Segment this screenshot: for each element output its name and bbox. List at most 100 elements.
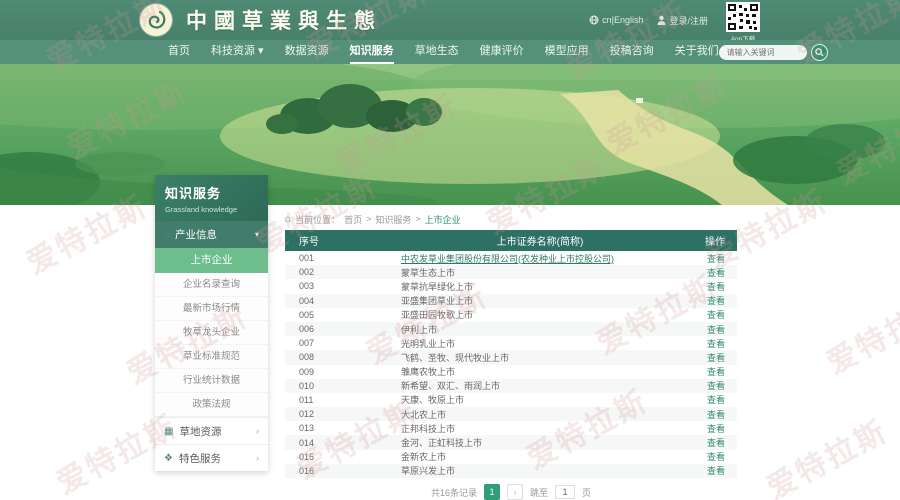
row-name: 新希望、双汇、雨润上市 bbox=[401, 379, 679, 392]
watermark-text: 爱特拉斯 bbox=[757, 407, 894, 500]
language-switch[interactable]: cn|English bbox=[589, 15, 643, 25]
view-link[interactable]: 查看 bbox=[707, 339, 725, 349]
row-code: 012 bbox=[285, 409, 401, 419]
row-code: 003 bbox=[285, 281, 401, 291]
sidebar-section-industry[interactable]: ⌂ 产业信息 ▾ bbox=[155, 221, 268, 248]
nav-item-数据资源[interactable]: 数据资源 bbox=[285, 40, 329, 64]
breadcrumb-item-home[interactable]: 首页 bbox=[344, 213, 362, 226]
row-code: 006 bbox=[285, 324, 401, 334]
pagination-jump-input[interactable]: 1 bbox=[555, 485, 575, 499]
row-action: 查看 bbox=[679, 308, 737, 321]
location-icon: ⌂ bbox=[285, 214, 291, 225]
chevron-right-icon: › bbox=[256, 453, 259, 463]
row-code: 002 bbox=[285, 267, 401, 277]
nav-item-关于我们[interactable]: 关于我们 bbox=[675, 40, 719, 64]
view-link[interactable]: 查看 bbox=[707, 282, 725, 292]
main-content: ⌂ 当前位置： 首页 > 知识服务 > 上市企业 序号 上市证券名称(简称) 操… bbox=[285, 212, 737, 500]
nav-item-投稿咨询[interactable]: 投稿咨询 bbox=[610, 40, 654, 64]
view-link[interactable]: 查看 bbox=[707, 296, 725, 306]
row-code: 010 bbox=[285, 381, 401, 391]
table-row: 004亚盛集团草业上市查看 bbox=[285, 294, 737, 308]
login-label: 登录/注册 bbox=[669, 14, 708, 27]
view-link[interactable]: 查看 bbox=[707, 395, 725, 405]
search-button[interactable] bbox=[811, 44, 828, 61]
nav-item-草地生态[interactable]: 草地生态 bbox=[415, 40, 459, 64]
pagination-next-button[interactable]: › bbox=[507, 484, 523, 500]
table-row: 001中农发草业集团股份有限公司(农发种业上市控股公司) 查看 bbox=[285, 251, 737, 265]
sidebar-section-featured-services[interactable]: ❖ 特色服务 › bbox=[155, 444, 268, 471]
chevron-down-icon: ▾ bbox=[255, 230, 259, 239]
site-search bbox=[719, 44, 828, 61]
row-code: 009 bbox=[285, 367, 401, 377]
search-input[interactable] bbox=[719, 45, 807, 60]
sidebar-child-item[interactable]: 行业统计数据 bbox=[155, 369, 268, 393]
row-name: 金新农上市 bbox=[401, 450, 679, 463]
view-link[interactable]: 查看 bbox=[707, 353, 725, 363]
row-code: 013 bbox=[285, 423, 401, 433]
row-name: 亚盛田园牧歌上市 bbox=[401, 308, 679, 321]
company-name: 新希望、双汇、雨润上市 bbox=[401, 381, 500, 391]
sidebar-section-grassland-resources[interactable]: ▦ 草地资源 › bbox=[155, 417, 268, 444]
table-row: 009雏鹰农牧上市查看 bbox=[285, 365, 737, 379]
pagination-unit: 页 bbox=[582, 486, 591, 499]
sidebar-child-item[interactable]: 政策法规 bbox=[155, 393, 268, 417]
sidebar-child-item[interactable]: 牧草龙头企业 bbox=[155, 321, 268, 345]
table-row: 005亚盛田园牧歌上市 查看 bbox=[285, 308, 737, 322]
row-action: 查看 bbox=[679, 252, 737, 265]
view-link[interactable]: 查看 bbox=[707, 424, 725, 434]
row-code: 004 bbox=[285, 296, 401, 306]
home-icon: ⌂ bbox=[164, 229, 170, 240]
nav-item-健康评价[interactable]: 健康评价 bbox=[480, 40, 524, 64]
nav-item-知识服务[interactable]: 知识服务 bbox=[350, 40, 394, 64]
login-link[interactable]: 登录/注册 bbox=[657, 14, 708, 27]
company-name: 草原兴发上市 bbox=[401, 466, 455, 476]
view-link[interactable]: 查看 bbox=[707, 310, 725, 320]
view-link[interactable]: 查看 bbox=[707, 254, 725, 264]
view-link[interactable]: 查看 bbox=[707, 452, 725, 462]
view-link[interactable]: 查看 bbox=[707, 268, 725, 278]
site-logo[interactable] bbox=[140, 4, 172, 36]
row-action: 查看 bbox=[679, 393, 737, 406]
breadcrumb-prefix: 当前位置： bbox=[295, 213, 340, 226]
table-row: 013正邦科技上市查看 bbox=[285, 421, 737, 435]
nav-items: 首页科技资源 ▾ 数据资源知识服务草地生态健康评价模型应用投稿咨询关于我们 bbox=[168, 40, 719, 64]
row-action: 查看 bbox=[679, 379, 737, 392]
company-name-link[interactable]: 中农发草业集团股份有限公司(农发种业上市控股公司) bbox=[401, 254, 614, 264]
view-link[interactable]: 查看 bbox=[707, 438, 725, 448]
row-code: 005 bbox=[285, 310, 401, 320]
view-link[interactable]: 查看 bbox=[707, 367, 725, 377]
breadcrumb-separator: > bbox=[366, 214, 371, 224]
view-link[interactable]: 查看 bbox=[707, 325, 725, 335]
table-row: 014金河、正虹科技上市查看 bbox=[285, 435, 737, 449]
grassland-banner-art bbox=[0, 64, 900, 205]
row-code: 008 bbox=[285, 352, 401, 362]
sidebar-header: 知识服务 Grassland knowledge bbox=[155, 175, 268, 221]
view-link[interactable]: 查看 bbox=[707, 410, 725, 420]
view-link[interactable]: 查看 bbox=[707, 381, 725, 391]
table-header-code: 序号 bbox=[285, 233, 401, 248]
sidebar-section-label: 产业信息 bbox=[175, 227, 217, 242]
row-action: 查看 bbox=[679, 280, 737, 293]
breadcrumb: ⌂ 当前位置： 首页 > 知识服务 > 上市企业 bbox=[285, 212, 737, 226]
search-icon bbox=[815, 48, 824, 57]
company-name: 飞鹤、圣牧、现代牧业上市 bbox=[401, 353, 509, 363]
pagination-page-1[interactable]: 1 bbox=[484, 484, 500, 500]
pagination-jump-label: 跳至 bbox=[530, 486, 548, 499]
sidebar-title: 知识服务 bbox=[165, 183, 258, 202]
row-code: 001 bbox=[285, 253, 401, 263]
row-action: 查看 bbox=[679, 365, 737, 378]
table-header-name: 上市证券名称(简称) bbox=[401, 233, 679, 248]
sidebar-child-item[interactable]: 企业名录查询 bbox=[155, 273, 268, 297]
sidebar-child-item[interactable]: 草业标准规范 bbox=[155, 345, 268, 369]
sidebar-item-listed-companies[interactable]: 上市企业 bbox=[155, 248, 268, 273]
sidebar-subtitle: Grassland knowledge bbox=[165, 205, 258, 214]
site-title: 中國草業與生態 bbox=[186, 5, 382, 35]
row-action: 查看 bbox=[679, 464, 737, 477]
nav-item-科技资源[interactable]: 科技资源 ▾ bbox=[211, 40, 264, 64]
breadcrumb-item-knowledge[interactable]: 知识服务 bbox=[375, 213, 411, 226]
table-row: 003蒙草抗旱绿化上市查看 bbox=[285, 279, 737, 293]
nav-item-首页[interactable]: 首页 bbox=[168, 40, 190, 64]
view-link[interactable]: 查看 bbox=[707, 466, 725, 476]
nav-item-模型应用[interactable]: 模型应用 bbox=[545, 40, 589, 64]
sidebar-child-item[interactable]: 最新市场行情 bbox=[155, 297, 268, 321]
